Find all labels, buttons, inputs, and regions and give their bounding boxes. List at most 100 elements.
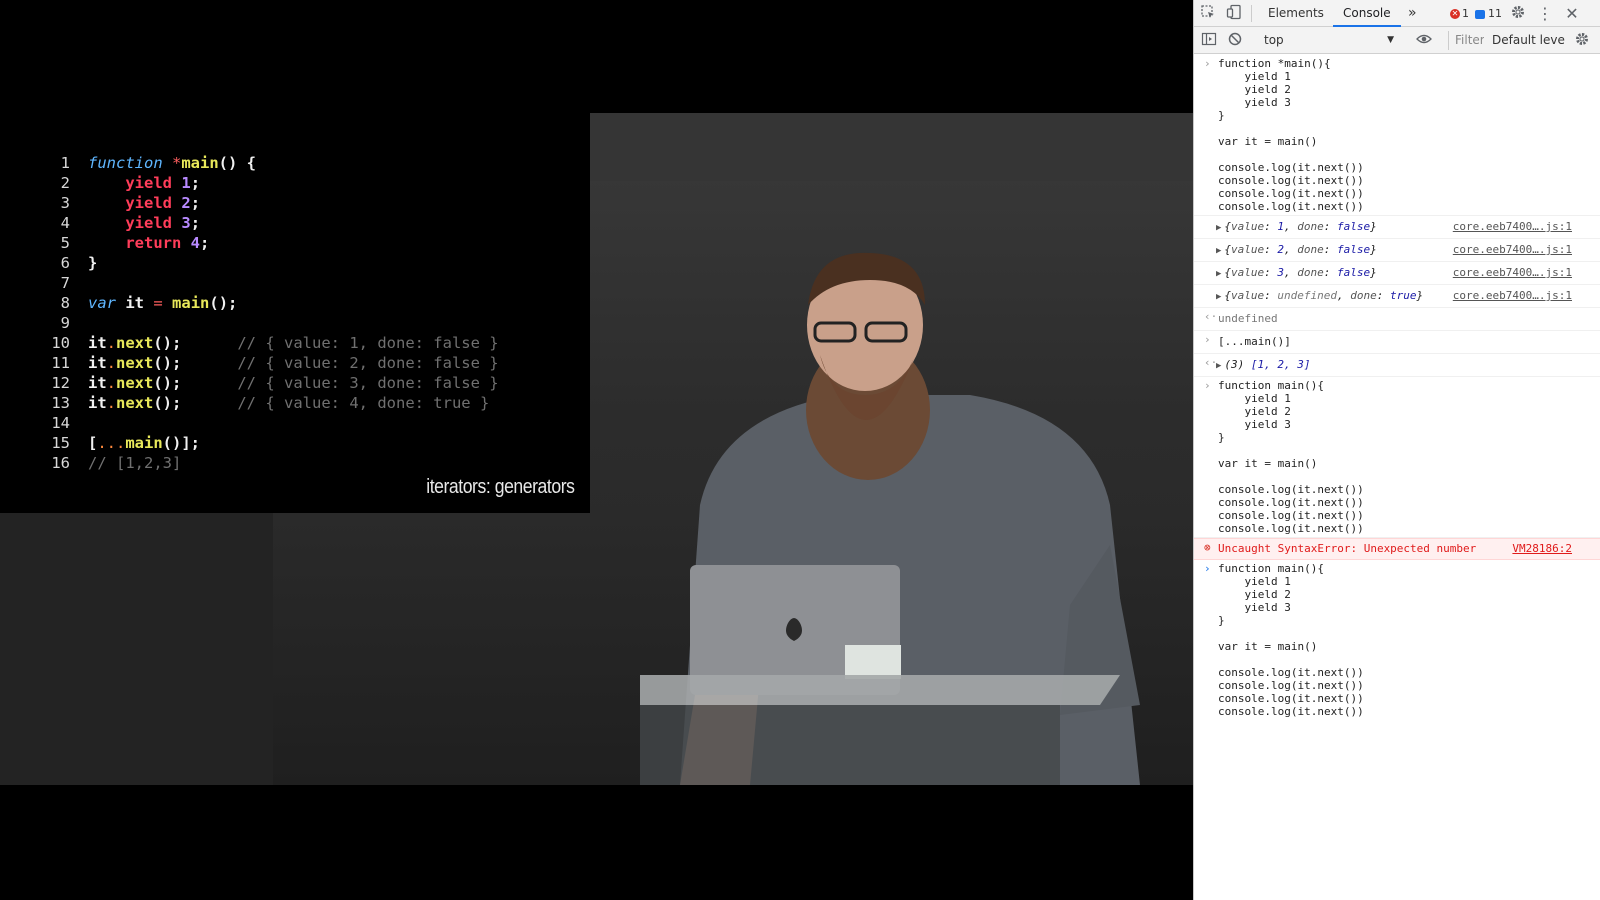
object-value: undefined <box>1277 289 1338 302</box>
code-line: function main(){ <box>1218 562 1324 575</box>
expand-triangle-icon[interactable]: ▶ <box>1216 246 1221 256</box>
code-line: console.log(it.next()) <box>1218 679 1364 692</box>
video-player[interactable]: 1 function *main() { 2 yield 1; 3 yield 2… <box>0 0 1193 900</box>
console-input-entry[interactable]: › function main(){ yield 1 yield 2 yield… <box>1194 377 1600 538</box>
filter-input[interactable]: Filter <box>1448 31 1484 50</box>
punctuation: ; <box>190 214 201 232</box>
number: 4 <box>190 234 201 252</box>
error-count: 1 <box>1462 7 1469 20</box>
console-input-entry[interactable]: › function *main(){ yield 1 yield 2 yiel… <box>1194 55 1600 216</box>
return-array[interactable]: ▶ (3) [1, 2, 3] <box>1216 356 1592 374</box>
comment: // { value: 1, done: false } <box>237 334 499 352</box>
source-link[interactable]: core.eeb7400….js:1 <box>1453 287 1572 305</box>
source-link[interactable]: core.eeb7400….js:1 <box>1453 218 1572 236</box>
inspect-element-icon[interactable] <box>1198 4 1218 24</box>
more-tabs-button[interactable]: » <box>1398 0 1427 27</box>
code-line: 1 function *main() { <box>40 153 499 173</box>
punctuation: ; <box>190 194 201 212</box>
line-number: 13 <box>51 394 70 412</box>
code-line: function main(){ <box>1218 379 1324 392</box>
line-number: 1 <box>60 154 70 172</box>
console-prompt-entry[interactable]: › function main(){ yield 1 yield 2 yield… <box>1194 560 1600 720</box>
console-settings-gear-icon[interactable] <box>1572 31 1592 51</box>
input-prompt-icon: › <box>1204 57 1211 70</box>
sidebar-toggle-icon[interactable] <box>1199 31 1219 51</box>
error-source-link[interactable]: VM28186:2 <box>1512 541 1572 557</box>
line-number: 6 <box>60 254 70 272</box>
line-number: 9 <box>60 314 70 332</box>
code-line: } <box>1218 431 1225 444</box>
code-line: yield 2 <box>1218 83 1291 96</box>
return-value: undefined <box>1218 312 1278 325</box>
console-input-entry[interactable]: › [...main()] <box>1194 331 1600 354</box>
tab-elements[interactable]: Elements <box>1258 0 1334 27</box>
issues-counter[interactable]: ✕ 1 11 <box>1450 0 1502 27</box>
code-line: console.log(it.next()) <box>1218 666 1364 679</box>
log-entry[interactable]: ▶ {value: 2, done: false} core.eeb7400….js… <box>1194 239 1600 262</box>
source-link[interactable]: core.eeb7400….js:1 <box>1453 241 1572 259</box>
line-number: 3 <box>60 194 70 212</box>
code-line: console.log(it.next()) <box>1218 200 1364 213</box>
punctuation: (); <box>153 354 182 372</box>
clear-console-icon[interactable] <box>1225 31 1245 51</box>
identifier: it <box>88 374 107 392</box>
log-levels-dropdown[interactable]: Default leve <box>1492 31 1568 50</box>
live-expression-eye-icon[interactable] <box>1414 31 1434 51</box>
code-line: 8 var it = main(); <box>40 293 499 313</box>
code-line: console.log(it.next()) <box>1218 705 1364 718</box>
source-link[interactable]: core.eeb7400….js:1 <box>1453 264 1572 282</box>
object-value: 2 <box>1277 243 1285 256</box>
error-icon: ✕ <box>1450 9 1460 19</box>
method-name: next <box>116 374 154 392</box>
code-line: console.log(it.next()) <box>1218 509 1364 522</box>
console-output[interactable]: › function *main(){ yield 1 yield 2 yiel… <box>1194 55 1600 900</box>
code-line: 4 yield 3; <box>40 213 499 233</box>
log-entry[interactable]: ▶ {value: 1, done: false} core.eeb7400….js… <box>1194 216 1600 239</box>
code-line: console.log(it.next()) <box>1218 161 1364 174</box>
number: 1 <box>181 174 191 192</box>
device-toolbar-icon[interactable] <box>1224 4 1244 24</box>
expand-triangle-icon[interactable]: ▶ <box>1216 292 1221 302</box>
return-entry[interactable]: ‹· ▶ (3) [1, 2, 3] <box>1194 354 1600 377</box>
number: 3 <box>181 214 191 232</box>
input-prompt-icon: › <box>1204 562 1211 575</box>
return-entry[interactable]: ‹· undefined <box>1194 308 1600 331</box>
array-value: [1, 2, 3] <box>1250 358 1311 371</box>
operator: ... <box>97 434 126 452</box>
line-number: 5 <box>60 234 70 252</box>
method-name: next <box>116 354 154 372</box>
line-number: 11 <box>51 354 70 372</box>
method-name: next <box>116 334 154 352</box>
punctuation: (); <box>153 334 182 352</box>
context-selector[interactable]: top ▼ <box>1264 31 1394 50</box>
tab-console[interactable]: Console <box>1333 0 1401 27</box>
close-icon[interactable]: ✕ <box>1562 4 1582 24</box>
error-entry[interactable]: ⊗ Uncaught SyntaxError: Unexpected number… <box>1194 538 1600 560</box>
log-entry[interactable]: ▶ {value: undefined, done: true} core.eeb7… <box>1194 285 1600 308</box>
line-number: 14 <box>51 414 70 432</box>
back-wall <box>590 113 1193 181</box>
input-prompt-icon: › <box>1204 379 1211 392</box>
comment: // [1,2,3] <box>88 454 182 472</box>
code-block: function main(){ yield 1 yield 2 yield 3… <box>1218 379 1592 535</box>
log-entry[interactable]: ▶ {value: 3, done: false} core.eeb7400….js… <box>1194 262 1600 285</box>
expand-triangle-icon[interactable]: ▶ <box>1216 223 1221 233</box>
code-line: } <box>1218 109 1225 122</box>
code-line: yield 1 <box>1218 575 1291 588</box>
code-line: 10 it.next(); // { value: 1, done: false … <box>40 333 499 353</box>
code-block[interactable]: function main(){ yield 1 yield 2 yield 3… <box>1218 562 1592 718</box>
object-key: value <box>1231 289 1265 302</box>
number: 2 <box>181 194 191 212</box>
settings-gear-icon[interactable] <box>1508 4 1528 24</box>
keyword: yield <box>125 214 172 232</box>
operator: . <box>106 354 117 372</box>
return-arrow-icon: ‹· <box>1204 356 1218 369</box>
operator: . <box>106 394 117 412</box>
speaker-image <box>640 252 1140 785</box>
code-line: yield 1 <box>1218 392 1291 405</box>
kebab-menu-icon[interactable]: ⋮ <box>1535 4 1555 24</box>
expand-triangle-icon[interactable]: ▶ <box>1216 269 1221 279</box>
punctuation: (); <box>209 294 238 312</box>
